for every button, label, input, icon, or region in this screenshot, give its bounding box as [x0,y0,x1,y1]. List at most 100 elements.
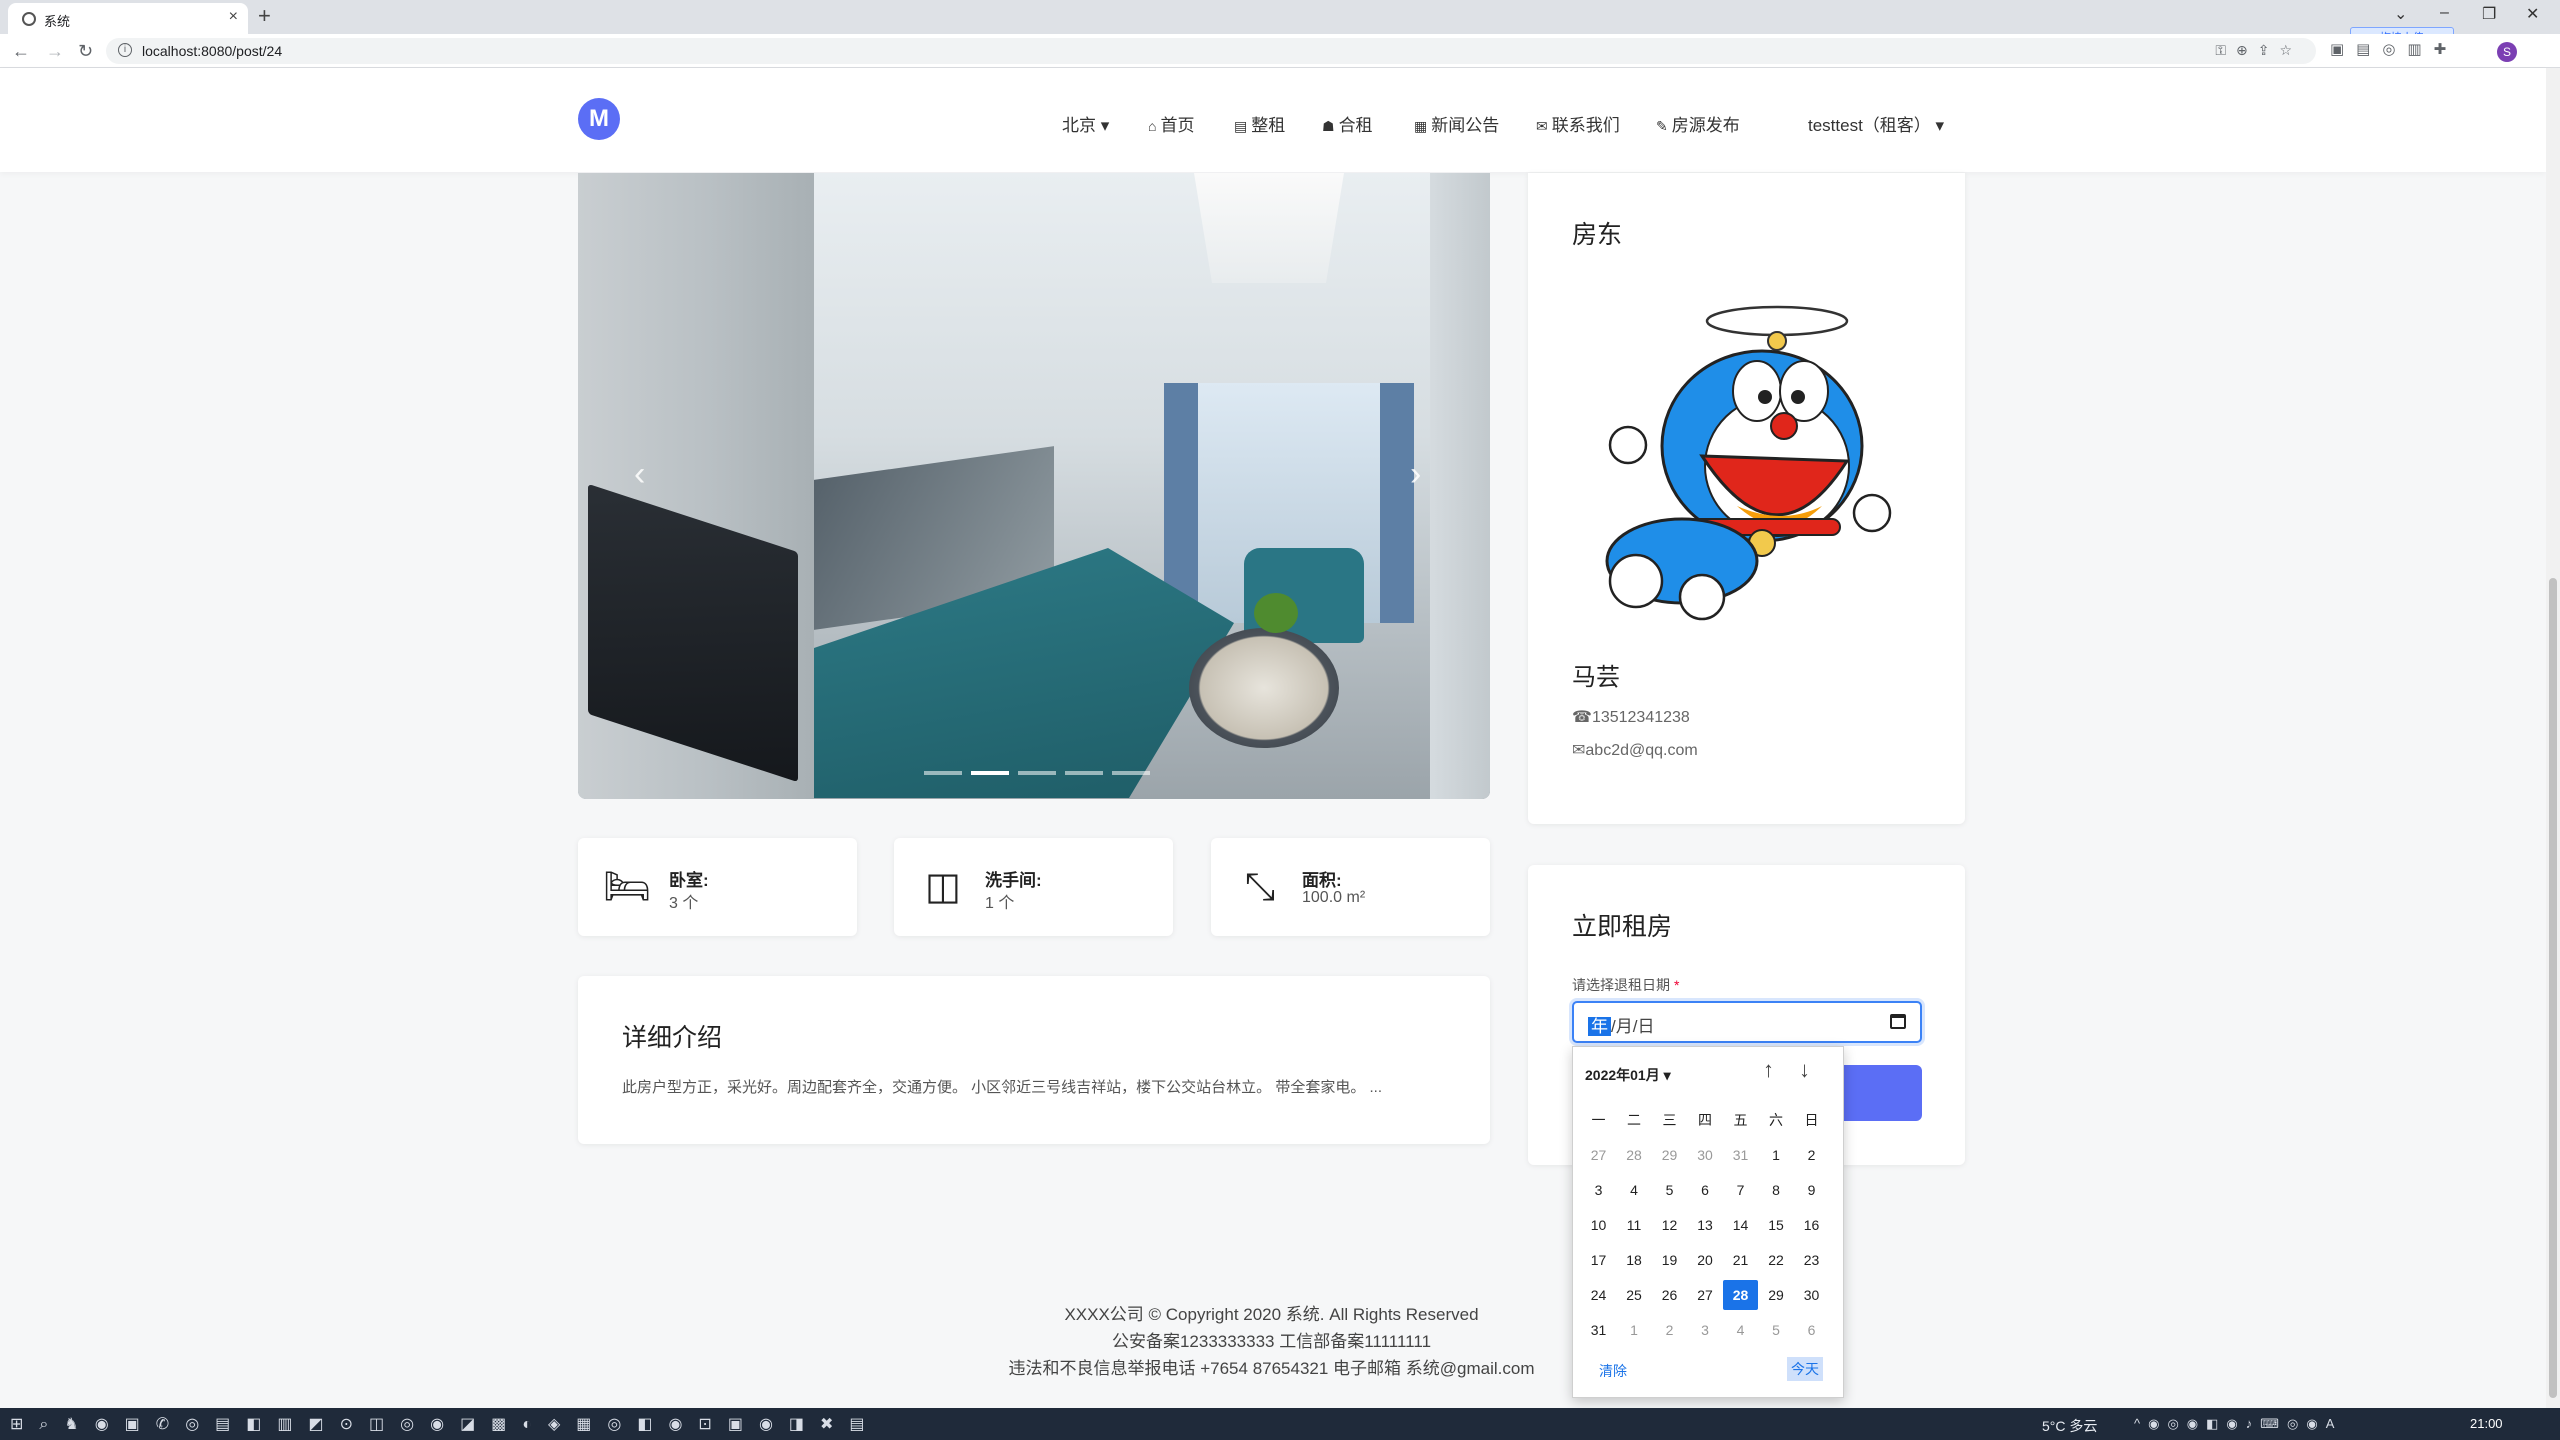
house-photo-carousel: ‹ › [578,173,1490,799]
address-bar: ← → ↻ i localhost:8080/post/24 ⚿⊕⇪☆ [0,34,2560,68]
picker-day[interactable]: 31 [1723,1140,1758,1170]
phone-icon: ☎ [1572,709,1592,726]
picker-day[interactable]: 16 [1794,1210,1829,1240]
carousel-prev-icon[interactable]: ‹ [634,455,645,494]
picker-weekday: 四 [1698,1112,1712,1128]
carousel-indicator[interactable] [971,771,1009,775]
picker-day[interactable]: 21 [1723,1245,1758,1275]
users-icon: ☗ [1322,118,1335,134]
picker-day[interactable]: 23 [1794,1245,1829,1275]
picker-weekday: 三 [1662,1112,1677,1128]
omnibox-actions[interactable]: ⚿⊕⇪☆ [2215,42,2302,59]
nav-whole-rent[interactable]: ▤ 整租 [1234,111,1285,136]
carousel-next-icon[interactable]: › [1410,455,1421,494]
close-window-icon[interactable]: ✕ [2526,4,2539,24]
nav-home[interactable]: ⌂ 首页 [1148,111,1194,136]
city-dropdown[interactable]: 北京 ▾ [1062,111,1109,136]
close-tab-icon[interactable]: × [229,8,238,26]
nav-shared-rent[interactable]: ☗ 合租 [1322,111,1373,136]
stat-bedroom: 🛏 卧室: 3 个 [578,838,857,936]
picker-weekday: 六 [1769,1112,1783,1128]
envelope-icon: ✉ [1536,118,1548,134]
landlord-title: 房东 [1572,221,1623,249]
picker-day[interactable]: 18 [1617,1245,1652,1275]
back-icon[interactable]: ← [12,41,30,62]
tab-search-icon[interactable]: ⌄ [2394,4,2407,24]
arrow-down-icon[interactable]: ↓ [1799,1057,1810,1083]
date-rest-segments[interactable]: /月/日 [1611,1017,1654,1036]
stat-area: ⤡ 面积: 100.0 m² [1211,838,1490,936]
taskbar-clock[interactable]: 21:00 [2470,1416,2503,1431]
url-input[interactable]: i localhost:8080/post/24 ⚿⊕⇪☆ [106,38,2316,64]
picker-day[interactable]: 28 [1617,1140,1652,1170]
extension-icons[interactable]: ▣▤◎▥✚ [2330,40,2458,58]
picker-day[interactable]: 20 [1688,1245,1723,1275]
picker-month-select[interactable]: 2022年01月 ▾ [1585,1065,1671,1085]
picker-day[interactable]: 22 [1759,1245,1794,1275]
restore-icon[interactable]: ❐ [2482,4,2496,24]
arrow-up-icon[interactable]: ↑ [1763,1057,1774,1083]
carousel-indicator[interactable] [1112,771,1150,775]
picker-day[interactable]: 12 [1652,1210,1687,1240]
picker-day[interactable]: 29 [1652,1140,1687,1170]
carousel-indicator[interactable] [1018,771,1056,775]
stat-bedroom-label: 卧室: [669,871,709,890]
nav-publish[interactable]: ✎ 房源发布 [1656,111,1740,136]
browser-tab[interactable]: 系统 × [8,3,248,34]
taskbar-weather[interactable]: 5°C 多云 [2042,1416,2097,1436]
checkout-date-label-text: 请选择退租日期 [1572,977,1670,993]
picker-day[interactable]: 3 [1581,1175,1616,1205]
picker-day[interactable]: 27 [1581,1140,1616,1170]
carousel-indicator[interactable] [1065,771,1103,775]
picker-day[interactable]: 30 [1688,1140,1723,1170]
picker-day[interactable]: 15 [1759,1210,1794,1240]
minimize-icon[interactable]: – [2440,4,2449,22]
date-segments[interactable]: 年/月/日 [1588,1012,1654,1037]
picker-day[interactable]: 4 [1617,1175,1652,1205]
required-mark: * [1674,977,1680,993]
taskbar-app-icons[interactable]: ⊞⌕♞◉▣✆◎▤◧▥◩⊙◫◎◉◪▩◐◈▦◎◧◉⊡▣◉◨✖▤ [10,1414,881,1434]
carousel-indicator[interactable] [924,771,962,775]
bed-icon: 🛏 [602,866,652,908]
nav-whole-rent-label: 整租 [1251,116,1286,135]
nav-contact[interactable]: ✉ 联系我们 [1536,111,1620,136]
stat-area-label: 面积: [1302,871,1342,890]
site-logo[interactable]: M [578,98,620,140]
envelope-icon: ✉ [1572,742,1586,759]
picker-day[interactable]: 17 [1581,1245,1616,1275]
scrollbar-thumb[interactable] [2549,578,2557,1398]
area-icon: ⤡ [1244,866,1276,908]
picker-day[interactable]: 13 [1688,1210,1723,1240]
picker-day[interactable]: 19 [1652,1245,1687,1275]
nav-news[interactable]: ▦ 新闻公告 [1414,111,1499,136]
footer-copyright: XXXX公司 © Copyright 2020 系统. All Rights R… [1064,1305,1479,1324]
picker-day[interactable]: 10 [1581,1210,1616,1240]
site-info-icon[interactable]: i [118,43,132,57]
picker-day[interactable]: 9 [1794,1175,1829,1205]
picker-day[interactable]: 11 [1617,1210,1652,1240]
picker-day[interactable]: 7 [1723,1175,1758,1205]
footer-filing: 公安备案1233333333 工信部备案11111111 [1111,1332,1432,1351]
user-dropdown[interactable]: testtest（租客） ▾ [1808,111,1944,136]
picker-day[interactable]: 14 [1723,1210,1758,1240]
picker-day[interactable]: 5 [1652,1175,1687,1205]
landlord-email-value: abc2d@qq.com [1585,742,1698,759]
landlord-name: 马芸 [1572,664,1620,691]
caret-down-icon: ▾ [1935,116,1945,135]
checkout-date-input[interactable]: 年/月/日 [1572,1001,1922,1043]
date-year-segment[interactable]: 年 [1588,1017,1611,1036]
picker-day[interactable]: 1 [1759,1140,1794,1170]
picker-day[interactable]: 2 [1794,1140,1829,1170]
calendar-icon[interactable] [1890,1014,1906,1029]
picker-day[interactable]: 8 [1759,1175,1794,1205]
reload-icon[interactable]: ↻ [78,41,93,62]
new-tab-icon[interactable]: + [258,3,271,29]
picker-weekday: 一 [1591,1112,1606,1128]
profile-avatar[interactable]: S [2497,42,2517,62]
picker-day[interactable]: 6 [1688,1175,1723,1205]
globe-icon [22,12,36,26]
forward-icon[interactable]: → [46,41,64,62]
picker-weekday: 日 [1804,1112,1819,1128]
system-tray-icons[interactable]: ^◉◎◉◧◉♪⌨◎◉A [2134,1416,2342,1432]
page-scrollbar[interactable] [2546,68,2560,1408]
